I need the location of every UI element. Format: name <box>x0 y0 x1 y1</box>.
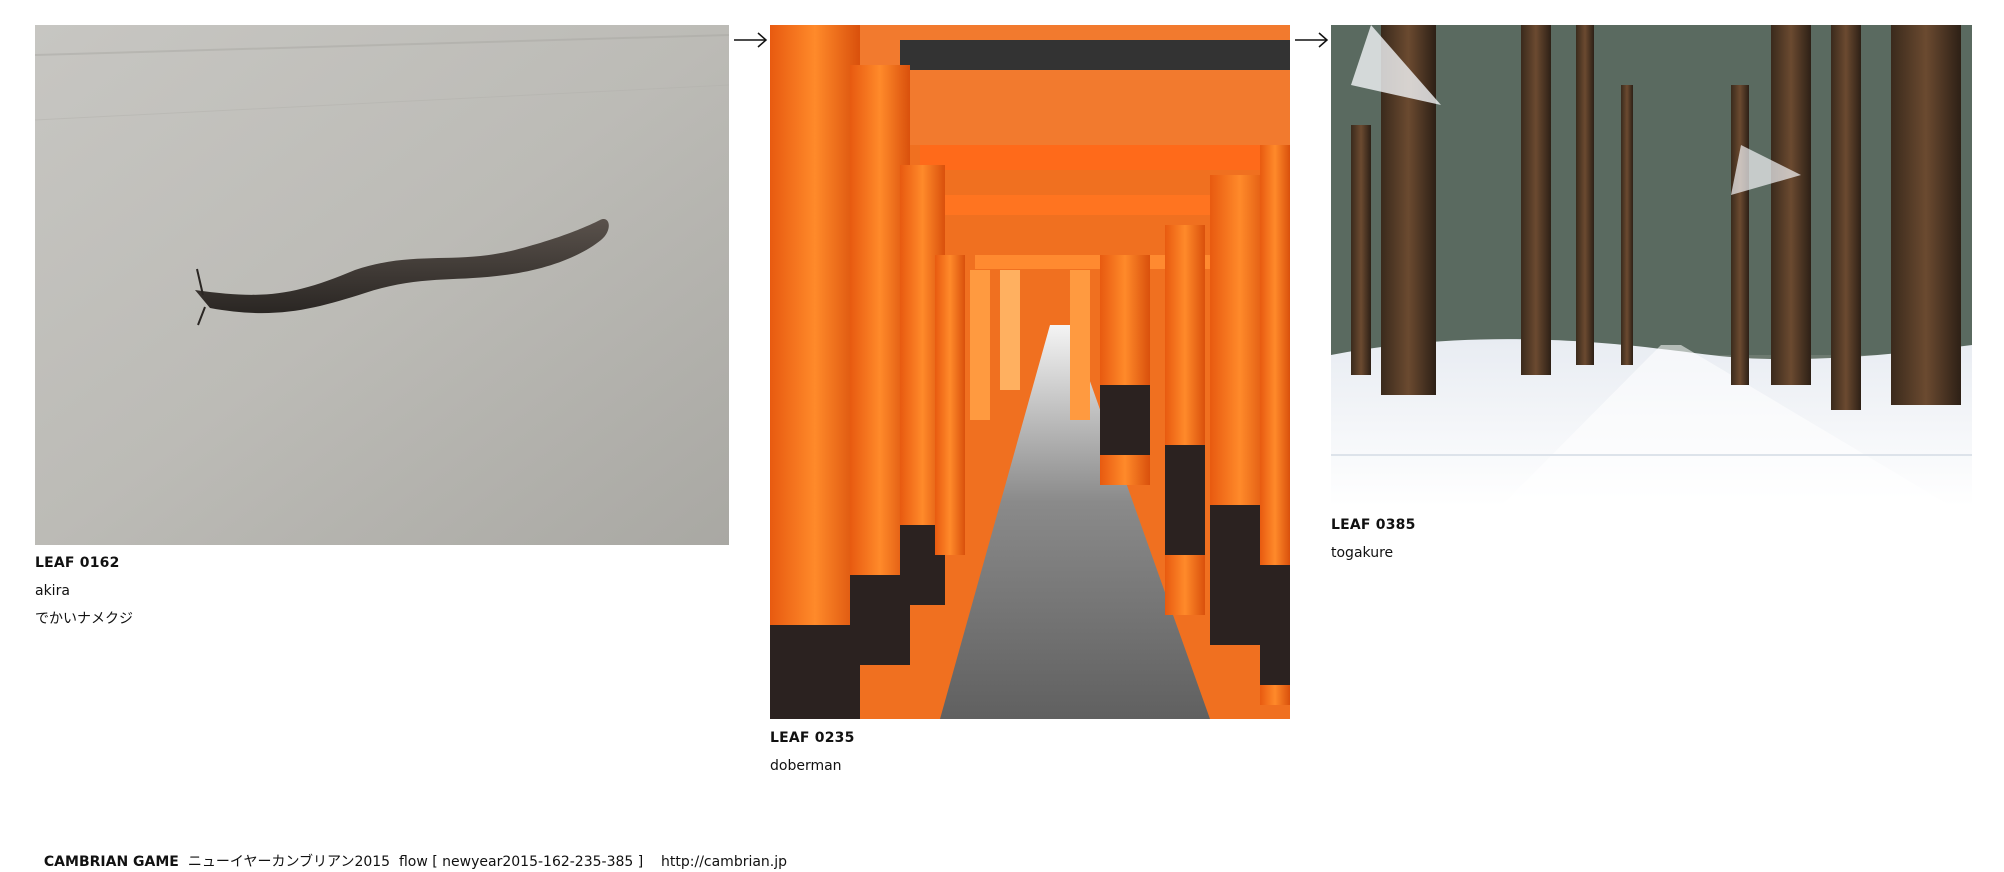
leaf-0235-author[interactable]: doberman <box>770 758 842 774</box>
torii-photo-image <box>770 25 1290 719</box>
snow-forest-photo-image <box>1331 25 1972 506</box>
leaf-0162-author[interactable]: akira <box>35 583 70 599</box>
leaf-0162-title: LEAF 0162 <box>35 555 120 571</box>
leaf-0385-author[interactable]: togakure <box>1331 545 1393 561</box>
slug-photo-image <box>35 25 729 545</box>
footer-flow-text[interactable]: ニューイヤーカンブリアン2015 flow [ newyear2015-162-… <box>188 854 787 870</box>
leaf-0235-title: LEAF 0235 <box>770 730 855 746</box>
leaf-0235-photo[interactable] <box>770 25 1290 719</box>
arrow-right-icon <box>1295 32 1329 48</box>
footer: CAMBRIAN GAME ニューイヤーカンブリアン2015 flow [ new… <box>35 838 787 870</box>
leaf-0385-photo[interactable] <box>1331 25 1972 506</box>
footer-brand[interactable]: CAMBRIAN GAME <box>44 854 179 870</box>
leaf-0385-title: LEAF 0385 <box>1331 517 1416 533</box>
leaf-0162-photo[interactable] <box>35 25 729 545</box>
arrow-right-icon <box>734 32 768 48</box>
leaf-0162-caption: でかいナメクジ <box>35 611 133 627</box>
